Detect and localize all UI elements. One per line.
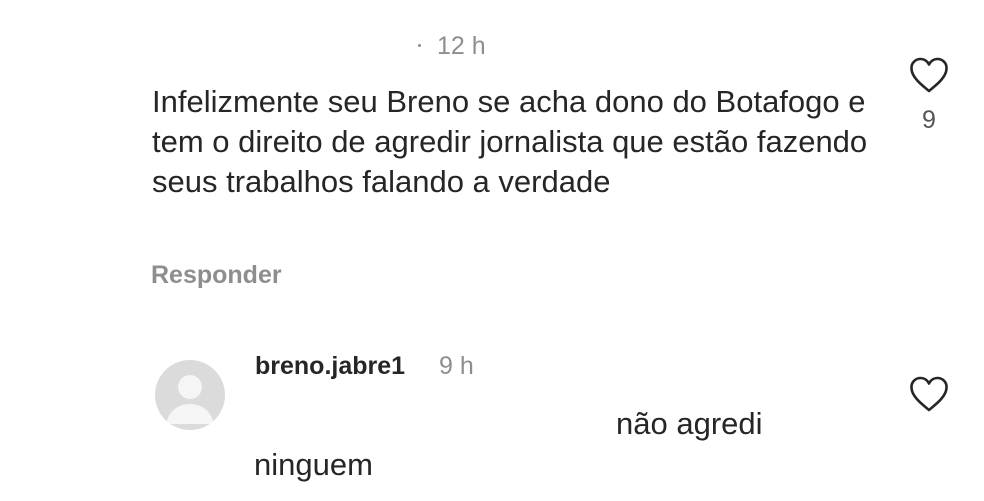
separator-dot	[418, 44, 421, 47]
reply-text-line-2: ninguem	[254, 447, 373, 482]
reply-like-button[interactable]	[908, 375, 950, 413]
heart-outline-icon	[908, 56, 950, 94]
avatar[interactable]	[155, 360, 225, 430]
comment-text: Infelizmente seu Breno se acha dono do B…	[152, 84, 868, 199]
like-button[interactable]	[908, 56, 950, 94]
comment-timestamp: 12 h	[437, 32, 486, 60]
reply-button[interactable]: Responder	[151, 259, 282, 291]
reply-timestamp: 9 h	[439, 352, 474, 380]
reply-username[interactable]: breno.jabre1	[255, 350, 405, 382]
reply-text-line-1: não agredi	[616, 406, 763, 441]
default-avatar-icon	[155, 360, 225, 430]
like-count[interactable]: 9	[918, 104, 940, 136]
heart-outline-icon	[908, 375, 950, 413]
